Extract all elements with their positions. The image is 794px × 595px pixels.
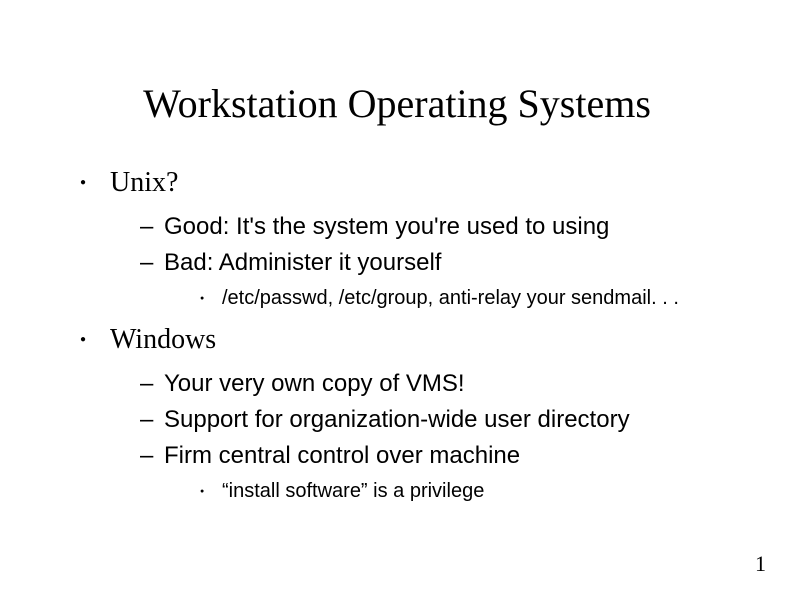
bullet-label: “install software” is a privilege	[222, 480, 484, 502]
list-item: Firm central control over machine “insta…	[140, 442, 734, 503]
bullet-label: Firm central control over machine	[164, 442, 520, 469]
bullet-label: Windows	[110, 324, 216, 355]
list-item: Windows Your very own copy of VMS! Suppo…	[80, 324, 734, 503]
bullet-label: /etc/passwd, /etc/group, anti-relay your…	[222, 287, 679, 309]
sub-list: Good: It's the system you're used to usi…	[110, 213, 734, 310]
list-item: Your very own copy of VMS!	[140, 370, 734, 398]
bullet-list: Unix? Good: It's the system you're used …	[60, 167, 734, 503]
bullet-label: Bad: Administer it yourself	[164, 249, 441, 276]
list-item: Bad: Administer it yourself /etc/passwd,…	[140, 249, 734, 310]
sub-list: Your very own copy of VMS! Support for o…	[110, 370, 734, 503]
list-item: Support for organization-wide user direc…	[140, 406, 734, 434]
list-item: “install software” is a privilege	[200, 480, 734, 503]
list-item: Good: It's the system you're used to usi…	[140, 213, 734, 241]
bullet-label: Good: It's the system you're used to usi…	[164, 213, 609, 240]
sub-sub-list: “install software” is a privilege	[164, 480, 734, 503]
bullet-label: Your very own copy of VMS!	[164, 370, 465, 397]
page-number: 1	[755, 551, 766, 577]
list-item: Unix? Good: It's the system you're used …	[80, 167, 734, 310]
bullet-label: Support for organization-wide user direc…	[164, 406, 630, 433]
slide-title: Workstation Operating Systems	[60, 80, 734, 127]
slide: Workstation Operating Systems Unix? Good…	[0, 0, 794, 595]
list-item: /etc/passwd, /etc/group, anti-relay your…	[200, 287, 734, 310]
bullet-label: Unix?	[110, 167, 178, 198]
sub-sub-list: /etc/passwd, /etc/group, anti-relay your…	[164, 287, 734, 310]
